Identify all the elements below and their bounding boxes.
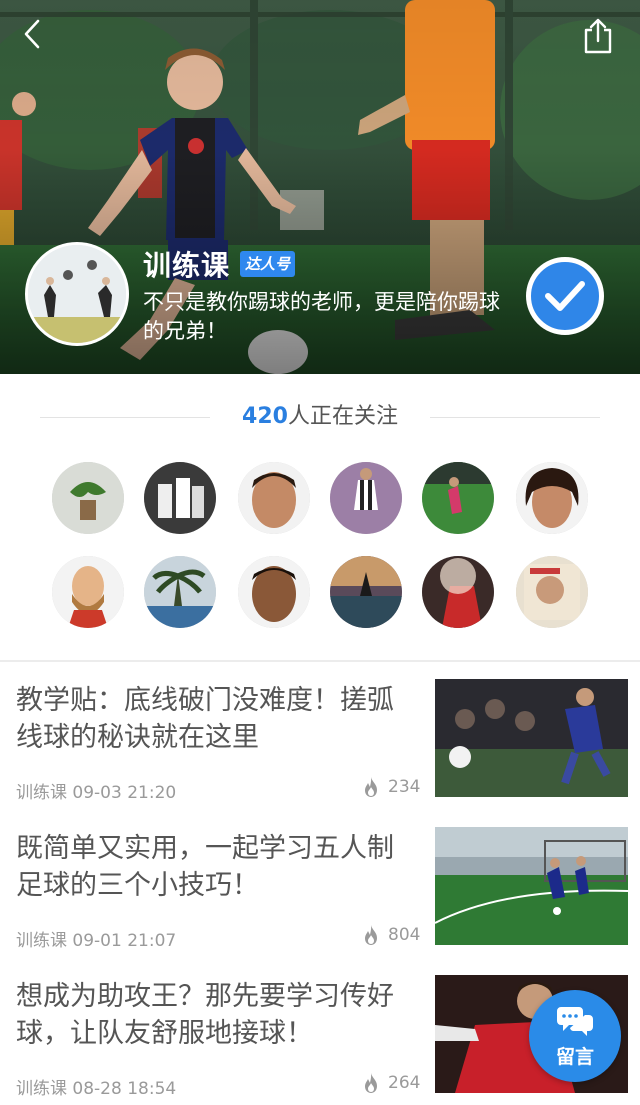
article-thumbnail[interactable]	[435, 827, 628, 945]
channel-name: 训练课	[143, 249, 231, 282]
article-meta: 训练课 09-01 21:07	[16, 926, 176, 951]
back-button[interactable]	[16, 16, 52, 52]
article-views: 804	[362, 924, 420, 946]
follower-avatar-4[interactable]	[330, 462, 402, 534]
profile-hero: 训练课 达人号 不只是教你踢球的老师，更是陪你踢球的兄弟！	[0, 0, 640, 374]
article-meta: 训练课 09-03 21:20	[16, 778, 176, 803]
flame-icon	[365, 1073, 377, 1093]
chevron-left-icon	[24, 19, 40, 49]
article-views: 234	[362, 776, 420, 798]
article-title[interactable]: 想成为助攻王？那先要学习传好球，让队友舒服地接球！	[16, 978, 416, 1052]
article-author: 训练课	[16, 1079, 67, 1099]
article-meta: 训练课 08-28 18:54	[16, 1074, 176, 1099]
follower-avatar-3[interactable]	[238, 462, 310, 534]
follower-avatar-10[interactable]	[330, 556, 402, 628]
article-title[interactable]: 既简单又实用，一起学习五人制足球的三个小技巧！	[16, 830, 416, 904]
article-item[interactable]: 既简单又实用，一起学习五人制足球的三个小技巧！ 训练课 09-01 21:07 …	[0, 827, 640, 976]
follower-avatar-11[interactable]	[422, 556, 494, 628]
article-author: 训练课	[16, 783, 67, 803]
article-item[interactable]: 教学贴：底线破门没难度！搓弧线球的秘诀就在这里 训练课 09-03 21:20 …	[0, 679, 640, 828]
followers-count: 420	[242, 404, 288, 429]
section-divider	[0, 660, 640, 662]
followers-section: 420人正在关注	[0, 374, 640, 661]
comment-button[interactable]: 留言	[529, 990, 621, 1082]
channel-name-row: 训练课 达人号	[143, 246, 296, 282]
follower-avatar-9[interactable]	[238, 556, 310, 628]
share-button[interactable]	[580, 16, 616, 56]
channel-tagline: 不只是教你踢球的老师，更是陪你踢球的兄弟！	[143, 290, 500, 343]
chat-bubble-icon	[557, 1007, 593, 1036]
followers-count-text: 420人正在关注	[214, 400, 426, 434]
expert-badge: 达人号	[240, 251, 296, 277]
article-date: 09-01 21:07	[72, 931, 177, 951]
flame-icon	[365, 925, 377, 945]
follower-avatar-2[interactable]	[144, 462, 216, 534]
follower-avatar-12[interactable]	[516, 556, 588, 628]
article-view-count: 804	[388, 925, 421, 945]
flame-icon	[365, 777, 377, 797]
divider-line	[430, 417, 600, 418]
article-date: 08-28 18:54	[72, 1079, 177, 1099]
follower-avatar-5[interactable]	[422, 462, 494, 534]
channel-avatar[interactable]	[25, 242, 129, 346]
follower-avatar-8[interactable]	[144, 556, 216, 628]
article-thumbnail[interactable]	[435, 679, 628, 797]
follower-avatar-1[interactable]	[52, 462, 124, 534]
article-view-count: 264	[388, 1073, 421, 1093]
divider-line	[40, 417, 210, 418]
followers-label: 人正在关注	[287, 404, 398, 429]
followers-header: 420人正在关注	[0, 400, 640, 434]
share-icon	[584, 18, 612, 54]
article-title[interactable]: 教学贴：底线破门没难度！搓弧线球的秘诀就在这里	[16, 682, 416, 756]
article-date: 09-03 21:20	[72, 783, 177, 803]
article-author: 训练课	[16, 931, 67, 951]
article-views: 264	[362, 1072, 420, 1094]
follow-button[interactable]	[526, 257, 604, 335]
article-view-count: 234	[388, 777, 421, 797]
follower-avatar-7[interactable]	[52, 556, 124, 628]
comment-button-label: 留言	[555, 1046, 594, 1068]
checkmark-icon	[545, 281, 585, 311]
follower-avatar-6[interactable]	[516, 462, 588, 534]
